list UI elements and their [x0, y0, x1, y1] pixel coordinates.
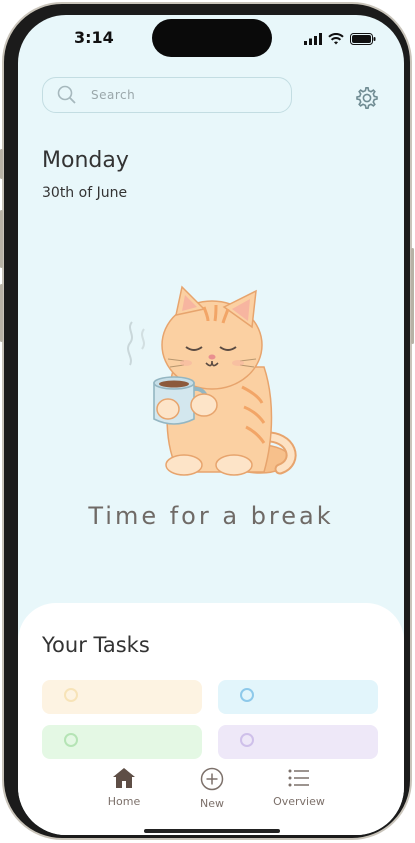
- task-checkbox[interactable]: [64, 688, 78, 702]
- nav-new-label: New: [200, 797, 224, 810]
- home-indicator[interactable]: [144, 829, 280, 833]
- status-time: 3:14: [74, 28, 114, 47]
- plus-circle-icon: [200, 767, 224, 791]
- search-icon: [57, 85, 76, 104]
- nav-overview-label: Overview: [273, 795, 325, 808]
- phone-frame: 3:14 Search Monday 30th of June Time for…: [0, 2, 414, 840]
- task-checkbox[interactable]: [240, 733, 254, 747]
- task-checkbox[interactable]: [64, 733, 78, 747]
- battery-icon: [350, 33, 376, 45]
- day-heading: Monday: [42, 148, 129, 173]
- task-card[interactable]: [218, 680, 378, 714]
- app-screen: 3:14 Search Monday 30th of June Time for…: [18, 15, 404, 835]
- search-field[interactable]: Search: [42, 77, 292, 113]
- cat-with-coffee-illustration: [127, 285, 297, 476]
- dynamic-island: [152, 19, 272, 57]
- cellular-signal-icon: [304, 33, 322, 45]
- task-card[interactable]: [42, 680, 202, 714]
- task-card[interactable]: [218, 725, 378, 759]
- nav-overview[interactable]: Overview: [259, 767, 339, 808]
- power-button: [411, 248, 414, 344]
- date-subheading: 30th of June: [42, 185, 128, 201]
- status-icons: [304, 33, 376, 45]
- volume-up-button: [0, 210, 3, 268]
- tasks-heading: Your Tasks: [42, 633, 150, 657]
- mute-switch: [0, 149, 3, 179]
- nav-new[interactable]: New: [172, 767, 252, 810]
- list-icon: [288, 769, 309, 787]
- task-checkbox[interactable]: [240, 688, 254, 702]
- volume-down-button: [0, 284, 3, 342]
- bottom-navigation: Home New Overview: [18, 767, 404, 817]
- wifi-icon: [328, 33, 344, 45]
- search-placeholder: Search: [91, 88, 136, 102]
- nav-home-label: Home: [107, 795, 141, 808]
- task-card[interactable]: [42, 725, 202, 759]
- gear-icon[interactable]: [354, 85, 380, 111]
- break-message: Time for a break: [88, 502, 334, 530]
- home-icon: [113, 768, 135, 788]
- nav-home[interactable]: Home: [84, 767, 164, 808]
